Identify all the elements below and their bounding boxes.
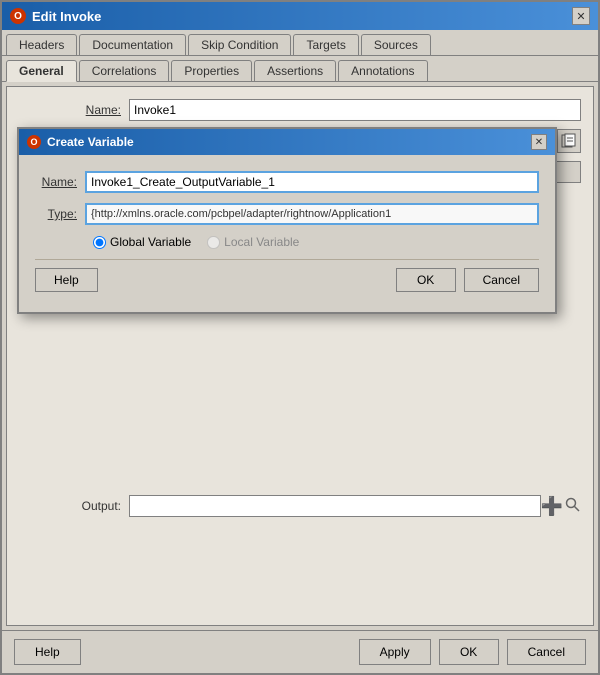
global-variable-label[interactable]: Global Variable [93, 235, 191, 249]
output-label: Output: [19, 499, 129, 513]
tab-row-2: General Correlations Properties Assertio… [2, 56, 598, 82]
tab-row-1: Headers Documentation Skip Condition Tar… [2, 30, 598, 56]
tab-documentation[interactable]: Documentation [79, 34, 186, 55]
apply-button[interactable]: Apply [359, 639, 431, 665]
local-variable-radio [207, 236, 220, 249]
modal-type-row: Type: [35, 203, 539, 225]
modal-button-row: Help OK Cancel [35, 259, 539, 296]
name-input[interactable] [129, 99, 581, 121]
title-bar: O Edit Invoke ✕ [2, 2, 598, 30]
tab-skip-condition[interactable]: Skip Condition [188, 34, 291, 55]
modal-title-bar: O Create Variable ✕ [19, 129, 555, 155]
modal-close-button[interactable]: ✕ [531, 134, 547, 150]
conversation-id-icon-btn[interactable] [557, 129, 581, 153]
modal-name-label: Name: [35, 175, 85, 189]
modal-title: Create Variable [47, 135, 134, 149]
tab-sources[interactable]: Sources [361, 34, 431, 55]
local-variable-label[interactable]: Local Variable [207, 235, 299, 249]
modal-type-label: Type: [35, 207, 85, 221]
close-button[interactable]: ✕ [572, 7, 590, 25]
name-label: Name: [19, 103, 129, 117]
cancel-button[interactable]: Cancel [507, 639, 586, 665]
modal-name-row: Name: [35, 171, 539, 193]
ok-button[interactable]: OK [439, 639, 499, 665]
help-button[interactable]: Help [14, 639, 81, 665]
tab-properties[interactable]: Properties [171, 60, 252, 81]
tab-correlations[interactable]: Correlations [79, 60, 170, 81]
window-title: Edit Invoke [32, 9, 101, 24]
tab-general[interactable]: General [6, 60, 77, 82]
tab-assertions[interactable]: Assertions [254, 60, 336, 81]
modal-icon: O [27, 135, 41, 149]
tab-targets[interactable]: Targets [293, 34, 358, 55]
modal-content: Name: Type: Global Variable Loc [19, 155, 555, 312]
output-input[interactable] [129, 495, 541, 517]
create-variable-modal: O Create Variable ✕ Name: Type: [17, 127, 557, 314]
search-output-icon[interactable] [565, 497, 581, 516]
tab-headers[interactable]: Headers [6, 34, 77, 55]
bottom-right-buttons: Apply OK Cancel [359, 639, 586, 665]
edit-invoke-window: O Edit Invoke ✕ Headers Documentation Sk… [0, 0, 600, 675]
name-row: Name: [19, 99, 581, 121]
global-variable-radio[interactable] [93, 236, 106, 249]
bottom-bar: Help Apply OK Cancel [2, 630, 598, 673]
modal-cancel-button[interactable]: Cancel [464, 268, 539, 292]
main-content: Name: Conversation ID: Detail Labe [6, 86, 594, 626]
modal-radio-row: Global Variable Local Variable [93, 235, 539, 249]
window-icon: O [10, 8, 26, 24]
modal-help-button[interactable]: Help [35, 268, 98, 292]
modal-name-input[interactable] [85, 171, 539, 193]
modal-type-input[interactable] [85, 203, 539, 225]
modal-ok-button[interactable]: OK [396, 268, 456, 292]
tab-annotations[interactable]: Annotations [338, 60, 427, 81]
add-output-icon[interactable]: ➕ [541, 496, 563, 517]
output-row: Output: ➕ [19, 495, 581, 517]
